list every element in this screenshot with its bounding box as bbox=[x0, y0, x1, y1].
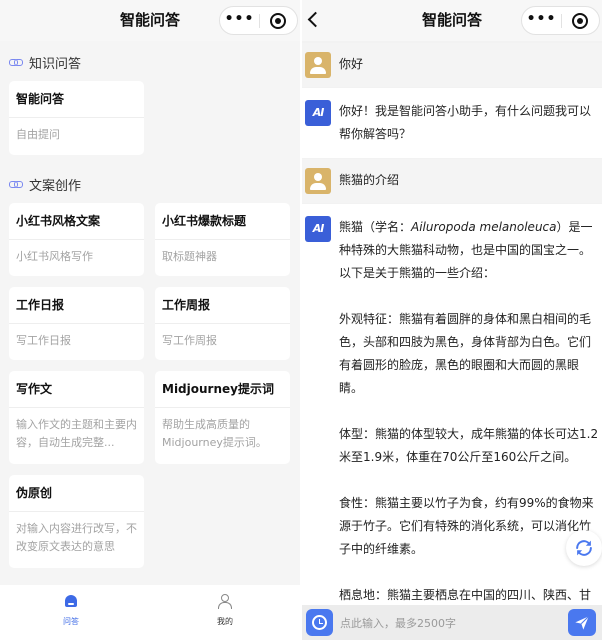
message-paragraph: 熊猫（学名：Ailuropoda melanoleuca）是一种特殊的大熊猫科动… bbox=[339, 216, 600, 285]
card-title: 伪原创 bbox=[9, 475, 144, 512]
message-user: 你好 bbox=[302, 43, 602, 87]
card-desc: 小红书风格写作 bbox=[16, 250, 93, 263]
home-capsule-menu: ••• bbox=[219, 6, 298, 35]
chat-capsule-menu: ••• bbox=[521, 6, 600, 35]
card-desc: 取标题神器 bbox=[162, 250, 217, 263]
refresh-icon bbox=[576, 540, 592, 556]
message-text: 熊猫（学名：Ailuropoda melanoleuca）是一种特殊的大熊猫科动… bbox=[339, 216, 600, 607]
card-essay[interactable]: 写作文 输入作文的主题和主要内容，自动生成完整... bbox=[9, 371, 144, 464]
message-paragraph: 食性：熊猫主要以竹子为食，约有99%的食物来源于竹子。它们有特殊的消化系统，可以… bbox=[339, 496, 594, 556]
message-text: 熊猫的介绍 bbox=[339, 173, 400, 187]
card-xhs-title[interactable]: 小红书爆款标题 取标题神器 bbox=[155, 203, 290, 276]
section-title-knowledge: 知识问答 bbox=[9, 52, 81, 72]
bottom-tab-bar: 问答 我的 bbox=[0, 585, 300, 640]
card-title: Midjourney提示词 bbox=[155, 371, 290, 408]
ai-avatar-icon: AI bbox=[305, 216, 331, 242]
card-title: 工作日报 bbox=[9, 287, 144, 324]
card-title: 小红书风格文案 bbox=[9, 203, 144, 240]
card-desc: 帮助生成高质量的Midjourney提示词。 bbox=[162, 418, 267, 449]
card-desc: 对输入内容进行改写，不改变原文表达的意思 bbox=[16, 522, 137, 553]
user-icon bbox=[218, 594, 232, 609]
clock-icon bbox=[312, 615, 327, 630]
section-title-text: 知识问答 bbox=[29, 56, 82, 72]
message-ai: AI 你好！我是智能问答小助手，有什么问题我可以帮你解答吗？ bbox=[302, 88, 602, 158]
more-icon[interactable]: ••• bbox=[522, 7, 561, 34]
card-desc: 自由提问 bbox=[16, 128, 60, 141]
card-title: 工作周报 bbox=[155, 287, 290, 324]
close-target-icon[interactable] bbox=[572, 13, 588, 29]
message-paragraph: 你好！我是智能问答小助手，有什么问题我可以帮你解答吗？ bbox=[339, 104, 592, 141]
card-midjourney[interactable]: Midjourney提示词 帮助生成高质量的Midjourney提示词。 bbox=[155, 371, 290, 464]
tab-label: 问答 bbox=[63, 617, 79, 626]
home-icon bbox=[64, 595, 78, 608]
capsule-divider bbox=[561, 14, 562, 28]
section-title-copywriting: 文案创作 bbox=[9, 174, 81, 194]
card-xhs-copy[interactable]: 小红书风格文案 小红书风格写作 bbox=[9, 203, 144, 276]
message-user: 熊猫的介绍 bbox=[302, 159, 602, 203]
chat-input-bar bbox=[302, 605, 602, 640]
send-icon bbox=[575, 615, 590, 630]
message-paragraph: 体型：熊猫的体型较大，成年熊猫的体长可达1.2米至1.9米，体重在70公斤至16… bbox=[339, 427, 599, 464]
chat-screen: 智能问答 ••• 你好 AI 你好！我是智能问答小助手，有什么问题我可以帮你解答… bbox=[302, 0, 602, 640]
tab-mine[interactable]: 我的 bbox=[195, 593, 255, 627]
tab-label: 我的 bbox=[217, 617, 233, 626]
message-ai: AI 熊猫（学名：Ailuropoda melanoleuca）是一种特殊的大熊… bbox=[302, 204, 602, 605]
card-desc: 写工作周报 bbox=[162, 334, 217, 347]
card-desc: 写工作日报 bbox=[16, 334, 71, 347]
card-daily-report[interactable]: 工作日报 写工作日报 bbox=[9, 287, 144, 360]
link-icon bbox=[9, 57, 23, 67]
home-nav-bar: 智能问答 ••• bbox=[0, 0, 300, 41]
user-avatar-icon bbox=[305, 168, 331, 194]
home-screen: 智能问答 ••• 知识问答 智能问答 自由提问 文案创作 小红书风格文案 小红书… bbox=[0, 0, 300, 640]
tab-qa[interactable]: 问答 bbox=[41, 593, 101, 627]
chat-nav-bar: 智能问答 ••• bbox=[302, 0, 602, 41]
card-title: 智能问答 bbox=[9, 81, 144, 118]
card-weekly-report[interactable]: 工作周报 写工作周报 bbox=[155, 287, 290, 360]
message-text: 你好 bbox=[339, 57, 364, 71]
more-icon[interactable]: ••• bbox=[220, 7, 259, 34]
refresh-button[interactable] bbox=[566, 530, 602, 566]
message-paragraph: 外观特征：熊猫有着圆胖的身体和黑白相间的毛色，头部和四肢为黑色，身体背部为白色。… bbox=[339, 312, 592, 395]
card-smart-qa[interactable]: 智能问答 自由提问 bbox=[9, 81, 144, 155]
history-button[interactable] bbox=[306, 609, 333, 636]
message-paragraph: 栖息地：熊猫主要栖息在中国的四川、陕西、甘 bbox=[339, 588, 592, 602]
chat-input[interactable] bbox=[340, 611, 560, 635]
message-text: 你好！我是智能问答小助手，有什么问题我可以帮你解答吗？ bbox=[339, 100, 600, 146]
card-title: 小红书爆款标题 bbox=[155, 203, 290, 240]
close-target-icon[interactable] bbox=[270, 13, 286, 29]
card-desc: 输入作文的主题和主要内容，自动生成完整... bbox=[16, 418, 137, 449]
card-title: 写作文 bbox=[9, 371, 144, 408]
section-title-text: 文案创作 bbox=[29, 178, 82, 194]
card-rewrite[interactable]: 伪原创 对输入内容进行改写，不改变原文表达的意思 bbox=[9, 475, 144, 568]
intro-latin-name: Ailuropoda melanoleuca bbox=[411, 220, 557, 234]
link-icon bbox=[9, 179, 23, 189]
user-avatar-icon bbox=[305, 52, 331, 78]
send-button[interactable] bbox=[568, 609, 596, 636]
intro-before: 熊猫（学名： bbox=[339, 220, 412, 234]
ai-avatar-icon: AI bbox=[305, 100, 331, 126]
capsule-divider bbox=[259, 14, 260, 28]
